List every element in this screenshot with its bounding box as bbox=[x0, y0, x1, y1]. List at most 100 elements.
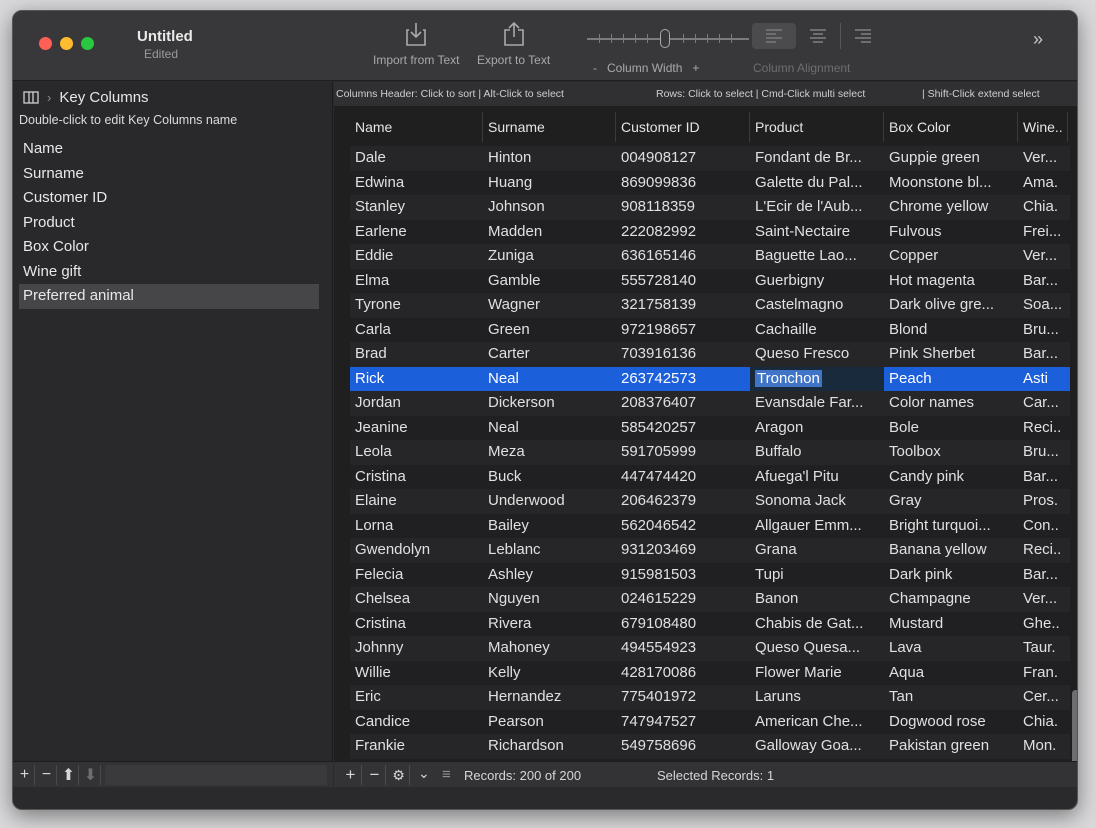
table-cell[interactable]: 555728140 bbox=[616, 269, 750, 294]
table-cell[interactable]: Galette du Pal... bbox=[750, 171, 884, 196]
table-cell[interactable]: Wagner bbox=[483, 293, 616, 318]
align-left-button[interactable] bbox=[752, 23, 796, 49]
table-cell[interactable]: 747947527 bbox=[616, 710, 750, 735]
key-column-item-product[interactable]: Product bbox=[19, 211, 319, 236]
table-cell[interactable]: Johnson bbox=[483, 195, 616, 220]
close-window-button[interactable] bbox=[39, 37, 52, 50]
column-header-wine[interactable]: Wine.. bbox=[1018, 112, 1068, 142]
table-cell[interactable]: 024615229 bbox=[616, 587, 750, 612]
table-cell[interactable]: Tyrone bbox=[350, 293, 483, 318]
editing-cell[interactable]: Tronchon bbox=[750, 366, 884, 391]
table-cell[interactable]: Car... bbox=[1018, 391, 1068, 416]
table-cell[interactable]: Richardson bbox=[483, 734, 616, 759]
table-row[interactable]: Jeanine Neal 585420257 Aragon Bole Reci.. bbox=[350, 415, 1070, 441]
table-cell[interactable]: Tan bbox=[884, 685, 1018, 710]
records-table[interactable]: Name Surname Customer ID Product Box Col… bbox=[340, 112, 1070, 772]
table-cell[interactable]: Eddie bbox=[350, 244, 483, 269]
table-cell[interactable]: Johnny bbox=[350, 636, 483, 661]
table-cell[interactable]: Ghe.. bbox=[1018, 612, 1068, 637]
table-cell[interactable]: Blond bbox=[884, 318, 1018, 343]
table-cell[interactable]: Green bbox=[483, 318, 616, 343]
table-cell[interactable]: Hinton bbox=[483, 146, 616, 171]
table-cell[interactable]: Madden bbox=[483, 220, 616, 245]
table-cell[interactable]: 447474420 bbox=[616, 465, 750, 490]
table-cell[interactable]: Earlene bbox=[350, 220, 483, 245]
table-cell[interactable]: Bailey bbox=[483, 514, 616, 539]
table-cell[interactable]: Taur. bbox=[1018, 636, 1068, 661]
table-cell[interactable]: Stanley bbox=[350, 195, 483, 220]
table-cell[interactable]: Reci.. bbox=[1018, 538, 1068, 563]
table-cell[interactable]: Bru... bbox=[1018, 440, 1068, 465]
table-cell[interactable]: 775401972 bbox=[616, 685, 750, 710]
table-cell[interactable]: Bar... bbox=[1018, 342, 1068, 367]
table-cell[interactable]: Color names bbox=[884, 391, 1018, 416]
table-row[interactable]: Rick Neal 263742573 Tronchon Peach Asti bbox=[350, 366, 1070, 392]
table-row[interactable]: Gwendolyn Leblanc 931203469 Grana Banana yel… bbox=[350, 538, 1070, 563]
gear-chevron-down-icon[interactable]: ⌄ bbox=[418, 765, 430, 782]
minimize-window-button[interactable] bbox=[60, 37, 73, 50]
table-cell[interactable]: Bar... bbox=[1018, 269, 1068, 294]
move-down-button[interactable]: ⬇ bbox=[81, 764, 101, 785]
table-cell[interactable]: Soa... bbox=[1018, 293, 1068, 318]
table-cell[interactable]: Hernandez bbox=[483, 685, 616, 710]
table-cell[interactable]: Lava bbox=[884, 636, 1018, 661]
table-row[interactable]: Cristina Buck 447474420 Afuega'l Pitu Candy … bbox=[350, 464, 1070, 490]
table-cell[interactable]: Mon. bbox=[1018, 734, 1068, 759]
table-cell[interactable]: 585420257 bbox=[616, 416, 750, 441]
key-column-item-preferred-animal[interactable]: Preferred animal bbox=[19, 284, 319, 309]
table-cell[interactable]: Queso Fresco bbox=[750, 342, 884, 367]
table-cell[interactable]: Banon bbox=[750, 587, 884, 612]
table-cell[interactable]: Chelsea bbox=[350, 587, 483, 612]
key-column-item-name[interactable]: Name bbox=[19, 137, 319, 162]
table-cell[interactable]: Frankie bbox=[350, 734, 483, 759]
table-row[interactable]: Cristina Rivera 679108480 Chabis de Gat... M… bbox=[350, 611, 1070, 637]
column-header-name[interactable]: Name bbox=[350, 112, 483, 142]
align-center-button[interactable] bbox=[796, 23, 840, 49]
table-cell[interactable]: Candice bbox=[350, 710, 483, 735]
table-cell[interactable]: Tupi bbox=[750, 563, 884, 588]
table-cell[interactable]: Gray bbox=[884, 489, 1018, 514]
table-cell[interactable]: Moonstone bl... bbox=[884, 171, 1018, 196]
table-cell[interactable]: Pink Sherbet bbox=[884, 342, 1018, 367]
table-cell[interactable]: Peach bbox=[884, 367, 1018, 392]
table-row[interactable]: Lorna Bailey 562046542 Allgauer Emm... Brigh… bbox=[350, 513, 1070, 539]
table-cell[interactable]: Pros. bbox=[1018, 489, 1068, 514]
table-cell[interactable]: Grana bbox=[750, 538, 884, 563]
table-row[interactable]: Candice Pearson 747947527 American Che... Do… bbox=[350, 709, 1070, 735]
table-row[interactable]: Brad Carter 703916136 Queso Fresco Pink Sher… bbox=[350, 342, 1070, 367]
table-cell[interactable]: American Che... bbox=[750, 710, 884, 735]
table-cell[interactable]: Leblanc bbox=[483, 538, 616, 563]
table-cell[interactable]: Dogwood rose bbox=[884, 710, 1018, 735]
table-cell[interactable]: Buffalo bbox=[750, 440, 884, 465]
table-cell[interactable]: Dickerson bbox=[483, 391, 616, 416]
table-row[interactable]: Felecia Ashley 915981503 Tupi Dark pink Bar..… bbox=[350, 562, 1070, 588]
table-cell[interactable]: Frei... bbox=[1018, 220, 1068, 245]
remove-record-button[interactable]: − bbox=[364, 765, 386, 785]
table-cell[interactable]: 321758139 bbox=[616, 293, 750, 318]
align-right-button[interactable] bbox=[840, 23, 884, 49]
table-cell[interactable]: Willie bbox=[350, 661, 483, 686]
column-header-product[interactable]: Product bbox=[750, 112, 884, 142]
remove-key-column-button[interactable]: − bbox=[37, 764, 57, 785]
table-cell[interactable]: Banana yellow bbox=[884, 538, 1018, 563]
table-cell[interactable]: 549758696 bbox=[616, 734, 750, 759]
table-cell[interactable]: Allgauer Emm... bbox=[750, 514, 884, 539]
zoom-window-button[interactable] bbox=[81, 37, 94, 50]
table-cell[interactable]: 208376407 bbox=[616, 391, 750, 416]
table-row[interactable]: Stanley Johnson 908118359 L'Ecir de l'Aub..… bbox=[350, 195, 1070, 220]
table-row[interactable]: Edwina Huang 869099836 Galette du Pal... Moo… bbox=[350, 170, 1070, 196]
key-column-item-box-color[interactable]: Box Color bbox=[19, 235, 319, 260]
import-from-text-button[interactable]: Import from Text bbox=[373, 21, 459, 67]
table-cell[interactable]: 636165146 bbox=[616, 244, 750, 269]
table-row[interactable]: Tyrone Wagner 321758139 Castelmagno Dark oli… bbox=[350, 293, 1070, 318]
table-cell[interactable]: Bar... bbox=[1018, 563, 1068, 588]
table-cell[interactable]: Aqua bbox=[884, 661, 1018, 686]
key-column-item-customer-id[interactable]: Customer ID bbox=[19, 186, 319, 211]
table-cell[interactable]: 972198657 bbox=[616, 318, 750, 343]
table-cell[interactable]: Pearson bbox=[483, 710, 616, 735]
table-cell[interactable]: 915981503 bbox=[616, 563, 750, 588]
table-cell[interactable]: Afuega'l Pitu bbox=[750, 465, 884, 490]
table-cell[interactable]: Laruns bbox=[750, 685, 884, 710]
column-header-surname[interactable]: Surname bbox=[483, 112, 616, 142]
table-cell[interactable]: Zuniga bbox=[483, 244, 616, 269]
